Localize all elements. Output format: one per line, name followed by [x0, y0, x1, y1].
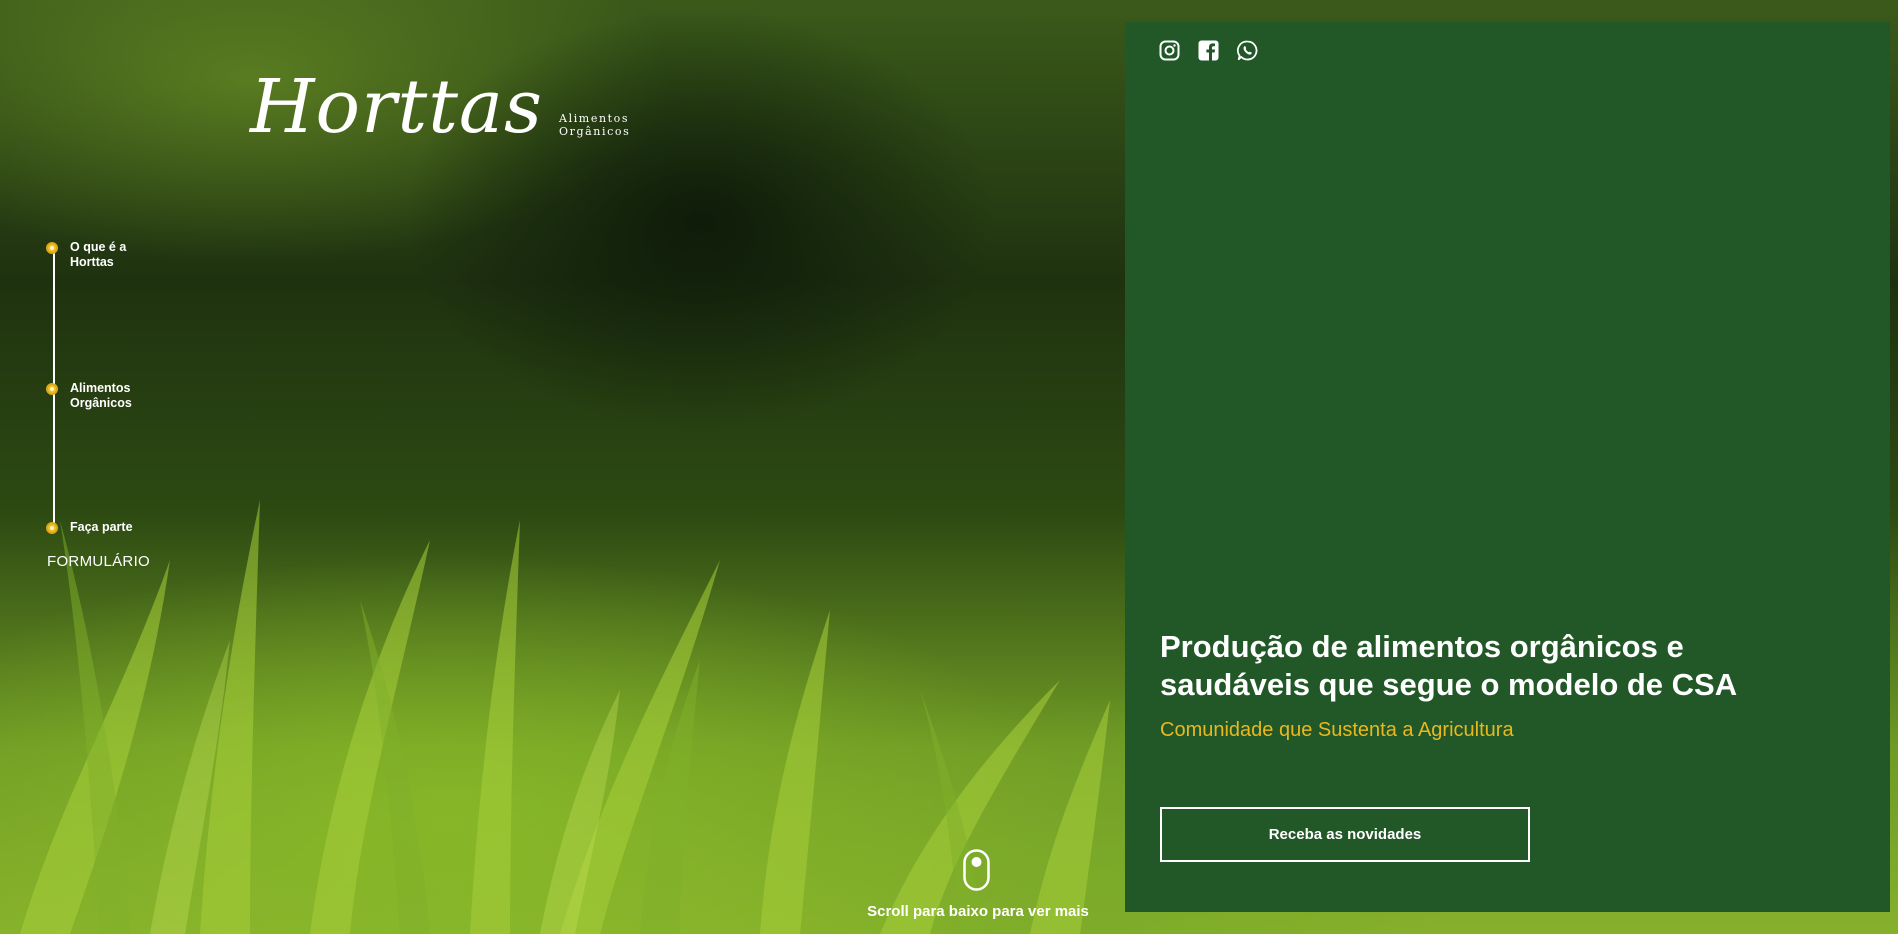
timeline-dot-icon	[46, 522, 58, 534]
timeline-dot-icon	[46, 383, 58, 395]
timeline-item-label: O que é a Horttas	[70, 240, 127, 269]
brand-tagline: Alimentos Orgânicos	[559, 112, 630, 138]
timeline-item-label: Faça parte	[70, 520, 133, 534]
mouse-scroll-icon	[963, 849, 990, 891]
brand-tagline-line2: Orgânicos	[559, 125, 631, 138]
timeline-item-label: Alimentos Orgânicos	[70, 381, 132, 410]
hero-subheadline: Comunidade que Sustenta a Agricultura	[1160, 719, 1514, 741]
timeline-item-alimentos-organicos[interactable]: Alimentos Orgânicos	[46, 381, 140, 411]
brand-tagline-line1: Alimentos	[559, 112, 630, 125]
timeline-item-o-que-e[interactable]: O que é a Horttas	[46, 240, 140, 270]
subscribe-button[interactable]: Receba as novidades	[1160, 807, 1530, 862]
brand-name: Horttas	[250, 64, 544, 150]
whatsapp-icon[interactable]	[1237, 40, 1258, 61]
scroll-hint: Scroll para baixo para ver mais	[867, 903, 1089, 920]
brand-logo[interactable]: Horttas Alimentos Orgânicos	[250, 70, 630, 144]
instagram-icon[interactable]	[1159, 40, 1180, 61]
facebook-icon[interactable]	[1198, 40, 1219, 61]
timeline-dot-icon	[46, 242, 58, 254]
timeline-item-faca-parte[interactable]: Faça parte	[46, 520, 140, 535]
form-link[interactable]: FORMULÁRIO	[47, 553, 150, 570]
social-links	[1159, 40, 1258, 61]
hero-panel: Produção de alimentos orgânicos e saudáv…	[1125, 22, 1890, 912]
hero-headline: Produção de alimentos orgânicos e saudáv…	[1160, 629, 1738, 702]
